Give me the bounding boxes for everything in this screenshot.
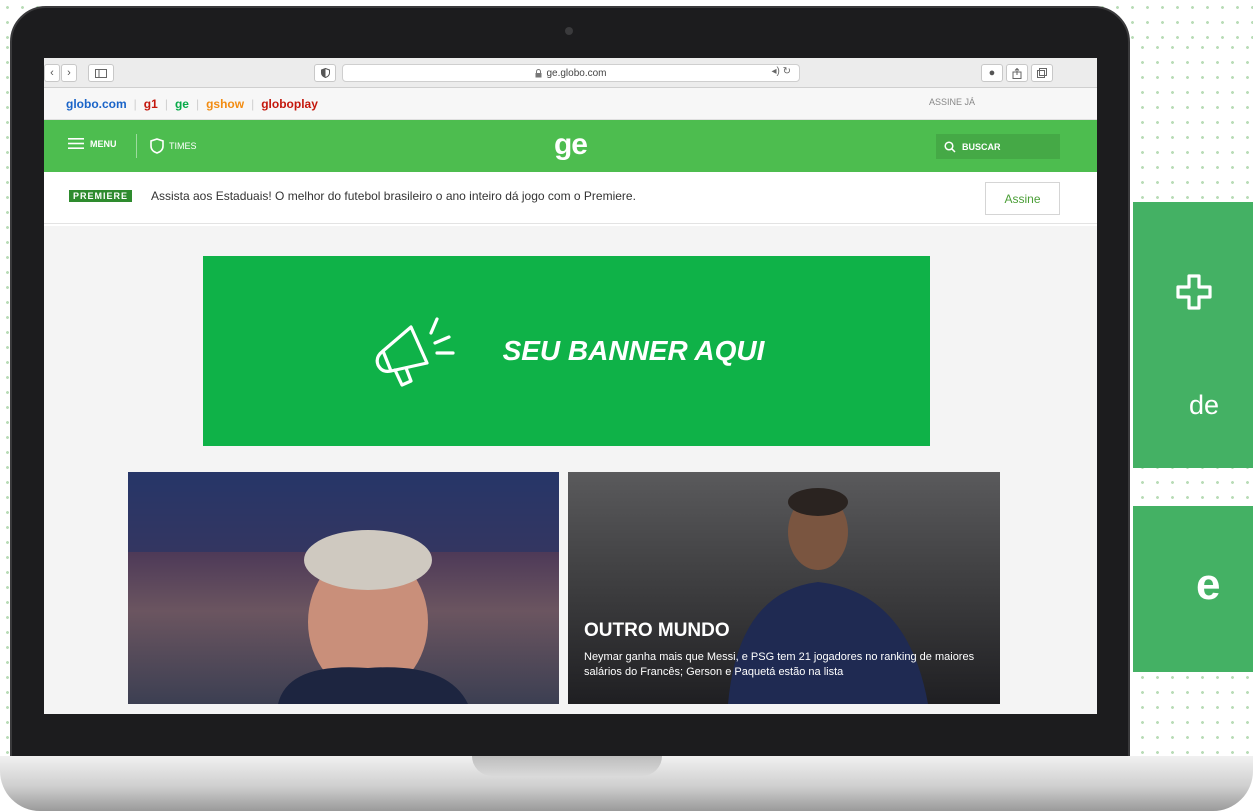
nav-separator: | bbox=[251, 96, 255, 111]
ge-header: MENU TIMES ge BUSCAR bbox=[44, 120, 1097, 172]
side-panel-top: de bbox=[1133, 202, 1253, 468]
promo-text: Assista aos Estaduais! O melhor do futeb… bbox=[151, 189, 636, 203]
shield-half-icon bbox=[320, 68, 330, 78]
nav-link-globo[interactable]: globo.com bbox=[66, 97, 127, 111]
back-button[interactable]: ‹ bbox=[44, 64, 60, 82]
browser-window: ‹ › ge.globo.com ◂) ↻ ● globo.com | g1 |… bbox=[44, 58, 1097, 714]
nav-link-ge[interactable]: ge bbox=[175, 97, 189, 111]
subscribe-button[interactable]: Assine bbox=[985, 182, 1060, 215]
browser-toolbar: ‹ › ge.globo.com ◂) ↻ ● bbox=[44, 58, 1097, 88]
ad-banner[interactable]: SEU BANNER AQUI bbox=[203, 256, 930, 446]
side-panel-text: e bbox=[1196, 560, 1221, 609]
nav-separator: | bbox=[195, 96, 200, 111]
news-card[interactable]: OUTRO MUNDO Neymar ganha mais que Messi,… bbox=[568, 472, 1000, 704]
news-card-title[interactable]: OUTRO MUNDO bbox=[584, 620, 730, 642]
share-button[interactable] bbox=[1006, 64, 1028, 82]
search-label: BUSCAR bbox=[962, 141, 1001, 152]
camera-icon bbox=[565, 27, 573, 35]
lock-icon bbox=[535, 68, 542, 77]
privacy-report-button[interactable] bbox=[314, 64, 336, 82]
address-bar[interactable]: ge.globo.com ◂) ↻ bbox=[342, 64, 800, 82]
plus-icon bbox=[1176, 274, 1212, 310]
sidebar-icon bbox=[95, 68, 107, 78]
downloads-button[interactable]: ● bbox=[981, 64, 1003, 82]
nav-link-g1[interactable]: g1 bbox=[144, 97, 158, 111]
nav-link-gshow[interactable]: gshow bbox=[206, 97, 244, 111]
forward-button[interactable]: › bbox=[61, 64, 77, 82]
news-card-summary[interactable]: Neymar ganha mais que Messi, e PSG tem 2… bbox=[584, 650, 984, 680]
nav-link-globoplay[interactable]: globoplay bbox=[261, 97, 318, 111]
premiere-badge: PREMIERE bbox=[69, 190, 133, 202]
search-icon bbox=[944, 140, 956, 153]
banner-text: SEU BANNER AQUI bbox=[502, 335, 765, 366]
share-icon bbox=[1012, 67, 1022, 79]
coach-photo bbox=[128, 472, 559, 704]
tabs-overview-button[interactable] bbox=[1031, 64, 1053, 82]
sidebar-toggle-button[interactable] bbox=[88, 64, 114, 82]
nav-separator: | bbox=[164, 96, 168, 111]
side-panel-bottom: e bbox=[1133, 506, 1253, 672]
tabs-icon bbox=[1037, 68, 1047, 78]
side-panel-text: de bbox=[1189, 390, 1220, 420]
main-content: SEU BANNER AQUI OUTRO MUNDO Neymar ganha… bbox=[44, 226, 1097, 714]
globo-network-bar: globo.com | g1 | ge | gshow | globoplay … bbox=[44, 88, 1097, 120]
news-card[interactable] bbox=[128, 472, 559, 704]
premiere-promo-bar: PREMIERE Assista aos Estaduais! O melhor… bbox=[44, 172, 1097, 224]
subscribe-link[interactable]: ASSINE JÁ bbox=[929, 97, 975, 107]
laptop-notch bbox=[472, 756, 662, 776]
sound-reload-icons[interactable]: ◂) ↻ bbox=[771, 66, 791, 77]
url-text: ge.globo.com bbox=[546, 67, 607, 79]
nav-separator: | bbox=[133, 96, 137, 111]
search-button[interactable]: BUSCAR bbox=[936, 134, 1060, 159]
megaphone-icon bbox=[375, 317, 455, 387]
